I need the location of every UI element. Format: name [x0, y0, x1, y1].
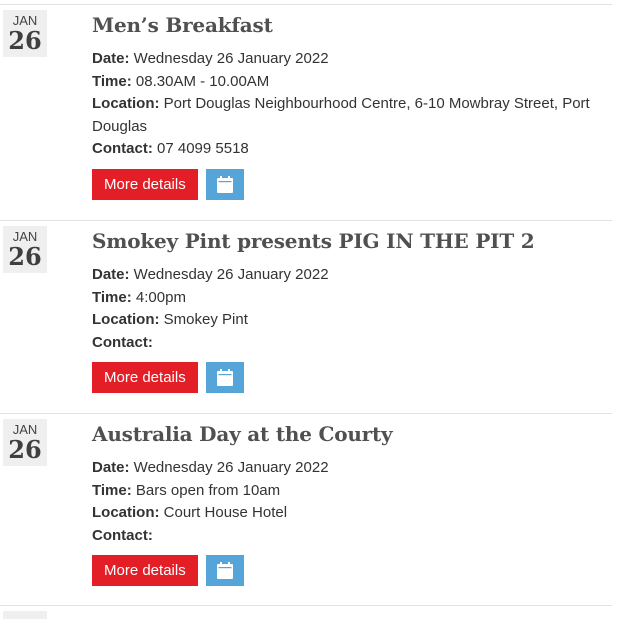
location-value: Smokey Pint [159, 311, 248, 328]
event-title[interactable]: Australia Day at the Courty [92, 421, 612, 447]
time-value: 08.30AM - 10.00AM [131, 72, 270, 90]
event-content: Smokey Pint presents PIG IN THE PIT 2 Da… [92, 228, 612, 393]
event-location: Location: Smokey Pint [92, 309, 612, 332]
location-label: Location: [92, 311, 160, 328]
event-actions: More details [92, 168, 612, 200]
calendar-icon [216, 175, 233, 193]
date-badge: JAN 26 [3, 226, 47, 273]
event-time: Time: 08.30AM - 10.00AM [92, 71, 612, 94]
contact-label: Contact: [92, 526, 153, 544]
location-label: Location: [92, 95, 160, 112]
date-badge: JAN 26 [3, 419, 47, 466]
event-content: Men’s Breakfast Date: Wednesday 26 Janua… [92, 12, 612, 200]
date-value: Wednesday 26 January 2022 [129, 50, 329, 67]
event-date: Date: Wednesday 26 January 2022 [92, 457, 612, 480]
date-value: Wednesday 26 January 2022 [129, 266, 329, 283]
calendar-icon [216, 369, 233, 386]
date-badge: JAN 26 [3, 10, 47, 57]
date-badge [3, 611, 47, 619]
event-date: Date: Wednesday 26 January 2022 [92, 264, 612, 287]
add-to-calendar-button[interactable] [205, 362, 244, 393]
event-location: Location: Court House Hotel [92, 502, 612, 525]
add-to-calendar-button[interactable] [205, 168, 244, 200]
time-value: Bars open from 10am [131, 481, 281, 499]
more-details-button[interactable]: More details [92, 362, 198, 393]
time-value: 4:00pm [131, 288, 186, 306]
location-value: Port Douglas Neighbourhood Centre, 6-10 … [92, 95, 590, 135]
calendar-icon [216, 562, 233, 579]
time-label: Time: [92, 72, 132, 90]
time-label: Time: [92, 288, 132, 306]
event-item: JAN 26 Smokey Pint presents PIG IN THE P… [0, 220, 612, 407]
location-value: Court House Hotel [159, 504, 288, 521]
contact-value: 07 4099 5518 [152, 140, 249, 157]
event-item: JAN 26 Australia Day at the Courty Date:… [0, 413, 612, 600]
event-time: Time: Bars open from 10am [92, 480, 612, 503]
date-label: Date: [92, 266, 130, 283]
date-value: Wednesday 26 January 2022 [129, 459, 329, 476]
event-content: Australia Day at the Courty Date: Wednes… [92, 421, 612, 586]
more-details-button[interactable]: More details [92, 168, 198, 200]
event-time: Time: 4:00pm [92, 287, 612, 310]
date-day: 26 [8, 26, 42, 55]
location-label: Location: [92, 504, 160, 521]
date-label: Date: [92, 459, 130, 476]
event-actions: More details [92, 555, 612, 586]
event-title[interactable]: Men’s Breakfast [92, 12, 612, 38]
event-item: JAN 26 Men’s Breakfast Date: Wednesday 2… [0, 4, 612, 215]
add-to-calendar-button[interactable] [205, 555, 244, 586]
event-date: Date: Wednesday 26 January 2022 [92, 48, 612, 71]
time-label: Time: [92, 481, 132, 499]
contact-label: Contact: [92, 140, 153, 157]
more-details-button[interactable]: More details [92, 555, 198, 586]
event-actions: More details [92, 362, 612, 393]
date-label: Date: [92, 50, 130, 67]
contact-label: Contact: [92, 333, 153, 351]
event-contact: Contact: [92, 332, 612, 355]
event-contact: Contact: [92, 525, 612, 548]
event-title[interactable]: Smokey Pint presents PIG IN THE PIT 2 [92, 228, 612, 254]
date-day: 26 [8, 435, 42, 464]
event-contact: Contact: 07 4099 5518 [92, 138, 612, 161]
date-day: 26 [8, 242, 42, 271]
event-location: Location: Port Douglas Neighbourhood Cen… [92, 93, 612, 138]
